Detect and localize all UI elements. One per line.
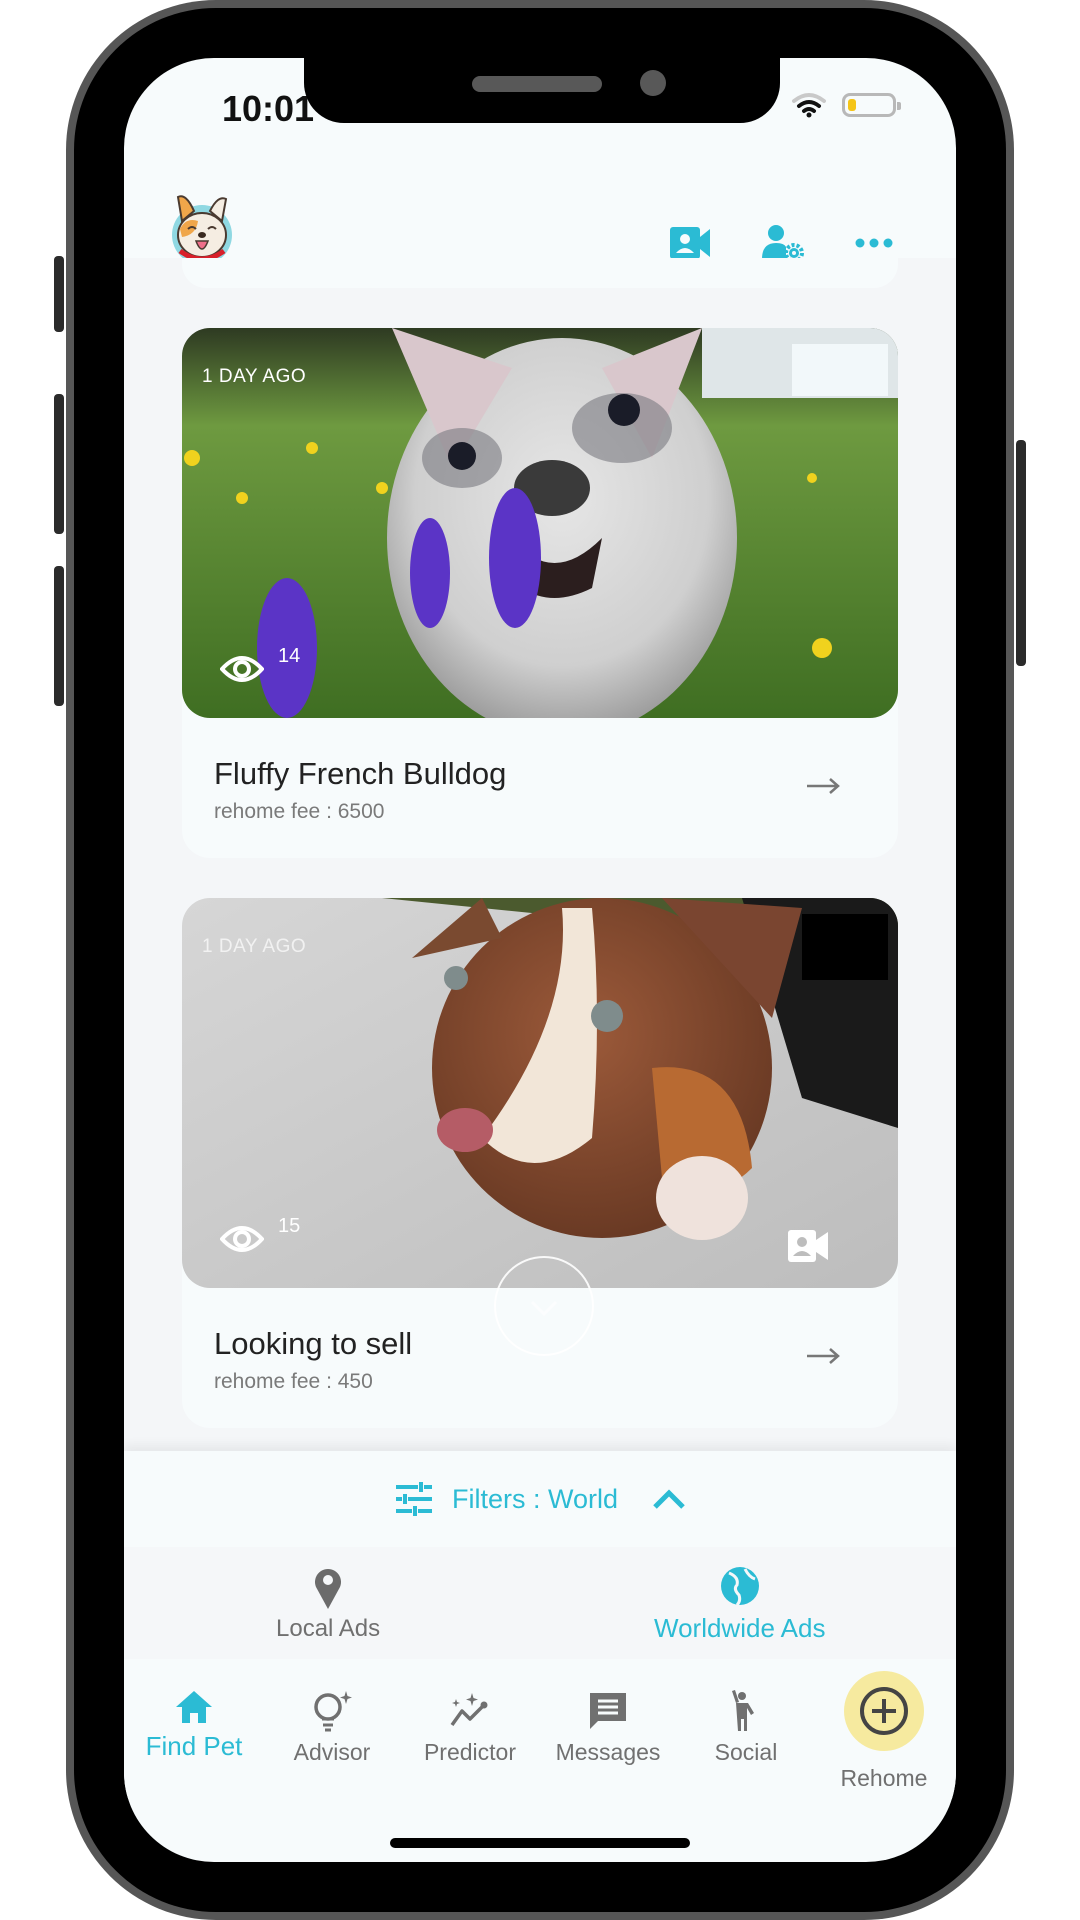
listing-title[interactable]: Fluffy French Bulldog (214, 756, 506, 792)
previous-listing-card[interactable] (182, 258, 898, 288)
tab-label: Social (714, 1739, 778, 1765)
eye-icon (220, 1226, 264, 1252)
posted-time: 1 DAY AGO (202, 936, 307, 957)
tab-messages[interactable]: Messages (538, 1689, 678, 1766)
tab-predictor[interactable]: Predictor (400, 1689, 540, 1766)
posted-time: 1 DAY AGO (202, 366, 307, 387)
filters-button[interactable]: Filters : World (124, 1451, 956, 1547)
power-button (1016, 440, 1026, 666)
filter-sliders-icon (395, 1482, 432, 1516)
filters-label: Filters : World (451, 1483, 619, 1514)
tab-social[interactable]: Social (676, 1689, 816, 1766)
listing-photo[interactable]: 1 DAY AGO 15 (182, 898, 898, 1288)
home-icon (176, 1691, 212, 1723)
status-time: 10:01 (222, 88, 315, 129)
tab-label: Predictor (423, 1739, 517, 1765)
video-available-icon (788, 1230, 828, 1262)
tab-find-pet[interactable]: Find Pet (124, 1689, 264, 1762)
eye-icon (220, 656, 264, 682)
person-waving-icon (732, 1690, 754, 1731)
worldwide-ads-label: Worldwide Ads (654, 1613, 826, 1643)
tab-rehome[interactable]: Rehome (814, 1671, 954, 1792)
tab-label: Advisor (293, 1739, 371, 1765)
app-screen: 10:01 1 DAY AGO 14 Fluffy French Bulldog… (124, 58, 956, 1862)
add-circle-icon (860, 1687, 908, 1735)
local-ads-label: Local Ads (276, 1615, 381, 1642)
battery-icon (842, 93, 901, 117)
notch (304, 58, 780, 123)
status-icons (792, 92, 901, 118)
view-count: 15 (220, 1215, 300, 1255)
home-indicator (390, 1838, 690, 1848)
scroll-down-button[interactable] (494, 1256, 594, 1356)
bottom-tab-bar: Find Pet Advisor Predictor Messages Soci… (124, 1659, 956, 1799)
listing-title[interactable]: Looking to sell (214, 1326, 412, 1362)
listing-card[interactable]: 1 DAY AGO 14 Fluffy French Bulldog rehom… (182, 328, 898, 858)
tab-label: Messages (555, 1739, 661, 1765)
mute-switch (54, 256, 64, 332)
sparkle-chart-icon (450, 1693, 488, 1727)
phone-device: 10:01 1 DAY AGO 14 Fluffy French Bulldog… (54, 0, 1026, 1920)
worldwide-ads-option[interactable]: Worldwide Ads (654, 1565, 826, 1644)
listing-fee: rehome fee : 450 (214, 1370, 373, 1393)
arrow-right-icon[interactable] (806, 776, 840, 796)
rehome-highlight (844, 1671, 924, 1751)
views-number: 14 (278, 645, 301, 667)
speaker (472, 76, 602, 92)
location-pin-icon (315, 1569, 342, 1609)
tab-label: Find Pet (145, 1731, 243, 1761)
tab-advisor[interactable]: Advisor (262, 1689, 402, 1766)
tab-label: Rehome (840, 1765, 928, 1791)
user-settings-icon[interactable] (760, 223, 804, 263)
listing-fee: rehome fee : 6500 (214, 800, 385, 823)
arrow-right-icon[interactable] (806, 1346, 840, 1366)
more-icon[interactable] (852, 223, 896, 263)
view-count: 14 (220, 645, 300, 685)
message-icon (590, 1693, 626, 1729)
globe-icon (720, 1567, 759, 1607)
volume-down-button (54, 566, 64, 706)
views-number: 15 (278, 1215, 301, 1237)
lightbulb-icon (314, 1691, 352, 1732)
wifi-icon (792, 93, 826, 118)
front-camera (640, 70, 666, 96)
chevron-down-icon (530, 1300, 558, 1317)
listing-photo[interactable]: 1 DAY AGO 14 (182, 328, 898, 718)
ad-scope-selector: Local Ads Worldwide Ads (124, 1547, 956, 1659)
chevron-up-icon (653, 1489, 685, 1509)
volume-up-button (54, 394, 64, 534)
video-contact-icon[interactable] (668, 223, 712, 263)
french-bulldog-logo[interactable] (168, 191, 236, 267)
local-ads-option[interactable]: Local Ads (276, 1565, 380, 1643)
